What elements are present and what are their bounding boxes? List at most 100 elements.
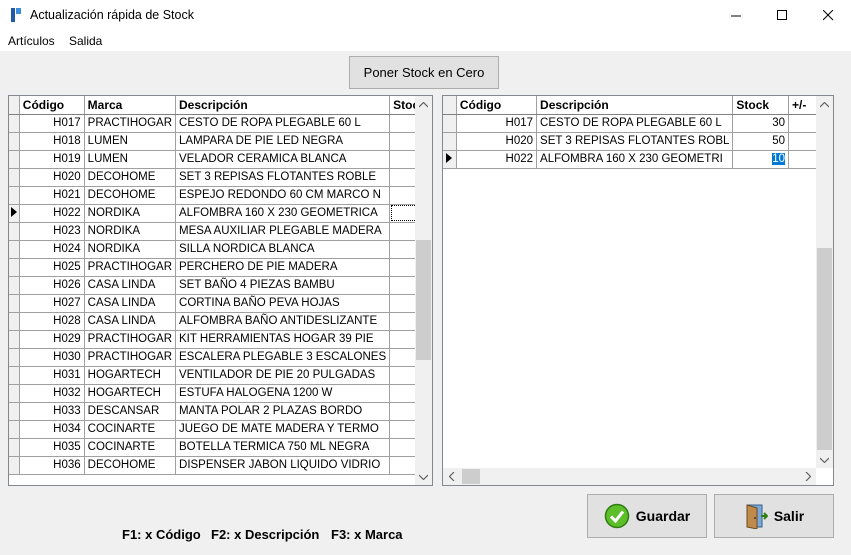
cell-descripcion[interactable]: LAMPARA DE PIE LED NEGRA — [175, 132, 391, 151]
cell-marca[interactable]: LUMEN — [84, 150, 177, 169]
row-indicator[interactable] — [9, 150, 20, 169]
table-row[interactable]: H026CASA LINDASET BAÑO 4 PIEZAS BAMBU27 — [9, 276, 432, 295]
cell-marca[interactable]: NORDIKA — [84, 240, 177, 259]
header-descripcion[interactable]: Descripción — [536, 96, 734, 115]
cell-codigo[interactable]: H020 — [19, 168, 85, 187]
changes-vertical-scrollbar[interactable] — [816, 96, 833, 468]
zero-stock-button[interactable]: Poner Stock en Cero — [349, 56, 499, 89]
cell-codigo[interactable]: H031 — [19, 366, 85, 385]
row-indicator[interactable] — [9, 456, 20, 475]
row-indicator[interactable] — [9, 222, 20, 241]
cell-marca[interactable]: HOGARTECH — [84, 366, 177, 385]
row-indicator[interactable] — [9, 420, 20, 439]
cell-stock[interactable]: 10 — [732, 150, 789, 169]
cell-descripcion[interactable]: SET BAÑO 4 PIEZAS BAMBU — [175, 276, 391, 295]
cell-marca[interactable]: PRACTIHOGAR — [84, 330, 177, 349]
cell-codigo[interactable]: H017 — [19, 114, 85, 133]
table-row[interactable]: H035 COCINARTE BOTELLA TERMICA 750 ML NEGR… — [9, 438, 432, 457]
cell-descripcion[interactable]: BOTELLA TERMICA 750 ML NEGRA — [175, 438, 391, 457]
cell-marca[interactable]: PRACTIHOGAR — [84, 114, 177, 133]
row-indicator[interactable] — [9, 348, 20, 367]
cell-codigo[interactable]: H033 — [19, 402, 85, 421]
scroll-thumb[interactable] — [462, 469, 480, 484]
cell-codigo[interactable]: H018 — [19, 132, 85, 151]
table-row[interactable]: H036 DECOHOME DISPENSER JABON LIQUIDO VIDR… — [9, 456, 432, 475]
table-row[interactable]: H024NORDIKASILLA NORDICA BLANCA14 — [9, 240, 432, 259]
cell-marca[interactable]: CASA LINDA — [84, 294, 177, 313]
row-indicator[interactable] — [9, 330, 20, 349]
selected-stock-value[interactable]: 10 — [772, 153, 785, 165]
row-indicator[interactable] — [9, 438, 20, 457]
table-row[interactable]: H022ALFOMBRA 160 X 230 GEOMETRI101 — [443, 150, 833, 169]
table-row[interactable]: H029 PRACTIHOGAR KIT HERRAMIENTAS HOGAR 39… — [9, 330, 432, 349]
row-indicator[interactable] — [9, 294, 20, 313]
stock-changes-grid[interactable]: Código Descripción Stock +/- H017 CESTO D… — [442, 95, 834, 486]
cell-descripcion[interactable]: CORTINA BAÑO PEVA HOJAS — [175, 294, 391, 313]
cell-descripcion[interactable]: JUEGO DE MATE MADERA Y TERMO — [175, 420, 391, 439]
cell-descripcion[interactable]: ALFOMBRA 160 X 230 GEOMETRICA — [175, 204, 391, 223]
table-row[interactable]: H031 HOGARTECH VENTILADOR DE PIE 20 PULGAD… — [9, 366, 432, 385]
cell-marca[interactable]: DECOHOME — [84, 186, 177, 205]
cell-descripcion[interactable]: VENTILADOR DE PIE 20 PULGADAS — [175, 366, 391, 385]
cell-codigo[interactable]: H021 — [19, 186, 85, 205]
cell-codigo[interactable]: H032 — [19, 384, 85, 403]
table-row[interactable]: H033DESCANSARMANTA POLAR 2 PLAZAS BORDO3… — [9, 402, 432, 421]
row-indicator[interactable] — [9, 240, 20, 259]
row-indicator[interactable] — [9, 312, 20, 331]
cell-codigo[interactable]: H036 — [19, 456, 85, 475]
cell-codigo[interactable]: H017 — [456, 114, 538, 133]
cell-marca[interactable]: NORDIKA — [84, 222, 177, 241]
cell-codigo[interactable]: H020 — [456, 132, 538, 151]
cell-codigo[interactable]: H026 — [19, 276, 85, 295]
table-row[interactable]: H022 NORDIKA ALFOMBRA 160 X 230 GEOMETRICA… — [9, 204, 432, 223]
cell-descripcion[interactable]: CESTO DE ROPA PLEGABLE 60 L — [536, 114, 734, 133]
cell-marca[interactable]: DECOHOME — [84, 168, 177, 187]
table-row[interactable]: H027CASA LINDACORTINA BAÑO PEVA HOJAS38 — [9, 294, 432, 313]
articles-vertical-scrollbar[interactable] — [415, 96, 432, 485]
cell-codigo[interactable]: H034 — [19, 420, 85, 439]
row-indicator[interactable] — [9, 186, 20, 205]
row-indicator[interactable] — [443, 132, 457, 151]
cell-descripcion[interactable]: MANTA POLAR 2 PLAZAS BORDO — [175, 402, 391, 421]
cell-marca[interactable]: CASA LINDA — [84, 276, 177, 295]
scroll-thumb[interactable] — [416, 240, 431, 360]
cell-marca[interactable]: CASA LINDA — [84, 312, 177, 331]
cell-marca[interactable]: COCINARTE — [84, 438, 177, 457]
cell-codigo[interactable]: H025 — [19, 258, 85, 277]
cell-codigo[interactable]: H029 — [19, 330, 85, 349]
scroll-down-arrow-icon[interactable] — [816, 451, 833, 468]
header-marca[interactable]: Marca — [84, 96, 177, 115]
maximize-button[interactable] — [759, 0, 805, 31]
row-indicator[interactable] — [9, 276, 20, 295]
table-row[interactable]: H020 DECOHOME SET 3 REPISAS FLOTANTES ROBL… — [9, 168, 432, 187]
cell-codigo[interactable]: H028 — [19, 312, 85, 331]
cell-marca[interactable]: PRACTIHOGAR — [84, 348, 177, 367]
row-indicator[interactable] — [9, 402, 20, 421]
menu-salida[interactable]: Salida — [69, 34, 102, 48]
table-row[interactable]: H025PRACTIHOGARPERCHERO DE PIE MADERA12 — [9, 258, 432, 277]
cell-descripcion[interactable]: ESCALERA PLEGABLE 3 ESCALONES — [175, 348, 391, 367]
cell-marca[interactable]: HOGARTECH — [84, 384, 177, 403]
row-indicator[interactable] — [443, 150, 457, 169]
row-indicator[interactable] — [9, 114, 20, 133]
cell-marca[interactable]: DECOHOME — [84, 456, 177, 475]
minimize-button[interactable] — [713, 0, 759, 31]
cell-descripcion[interactable]: ESPEJO REDONDO 60 CM MARCO N — [175, 186, 391, 205]
cell-stock[interactable]: 50 — [732, 132, 789, 151]
table-row[interactable]: H032HOGARTECHESTUFA HALOGENA 1200 W11 — [9, 384, 432, 403]
table-row[interactable]: H034 COCINARTE JUEGO DE MATE MADERA Y TERM… — [9, 420, 432, 439]
changes-horizontal-scrollbar[interactable] — [443, 468, 816, 485]
cell-descripcion[interactable]: MESA AUXILIAR PLEGABLE MADERA — [175, 222, 391, 241]
exit-button[interactable]: Salir — [714, 494, 834, 538]
row-indicator[interactable] — [9, 132, 20, 151]
scroll-thumb[interactable] — [817, 248, 832, 450]
cell-descripcion[interactable]: ALFOMBRA BAÑO ANTIDESLIZANTE — [175, 312, 391, 331]
row-indicator[interactable] — [9, 384, 20, 403]
table-row[interactable]: H028 CASA LINDA ALFOMBRA BAÑO ANTIDESLIZAN… — [9, 312, 432, 331]
cell-marca[interactable]: DESCANSAR — [84, 402, 177, 421]
cell-descripcion[interactable]: SET 3 REPISAS FLOTANTES ROBLE — [175, 168, 391, 187]
cell-codigo[interactable]: H023 — [19, 222, 85, 241]
scroll-right-arrow-icon[interactable] — [799, 468, 816, 485]
table-row[interactable]: H021 DECOHOME ESPEJO REDONDO 60 CM MARCO N… — [9, 186, 432, 205]
cell-codigo[interactable]: H022 — [19, 204, 85, 223]
